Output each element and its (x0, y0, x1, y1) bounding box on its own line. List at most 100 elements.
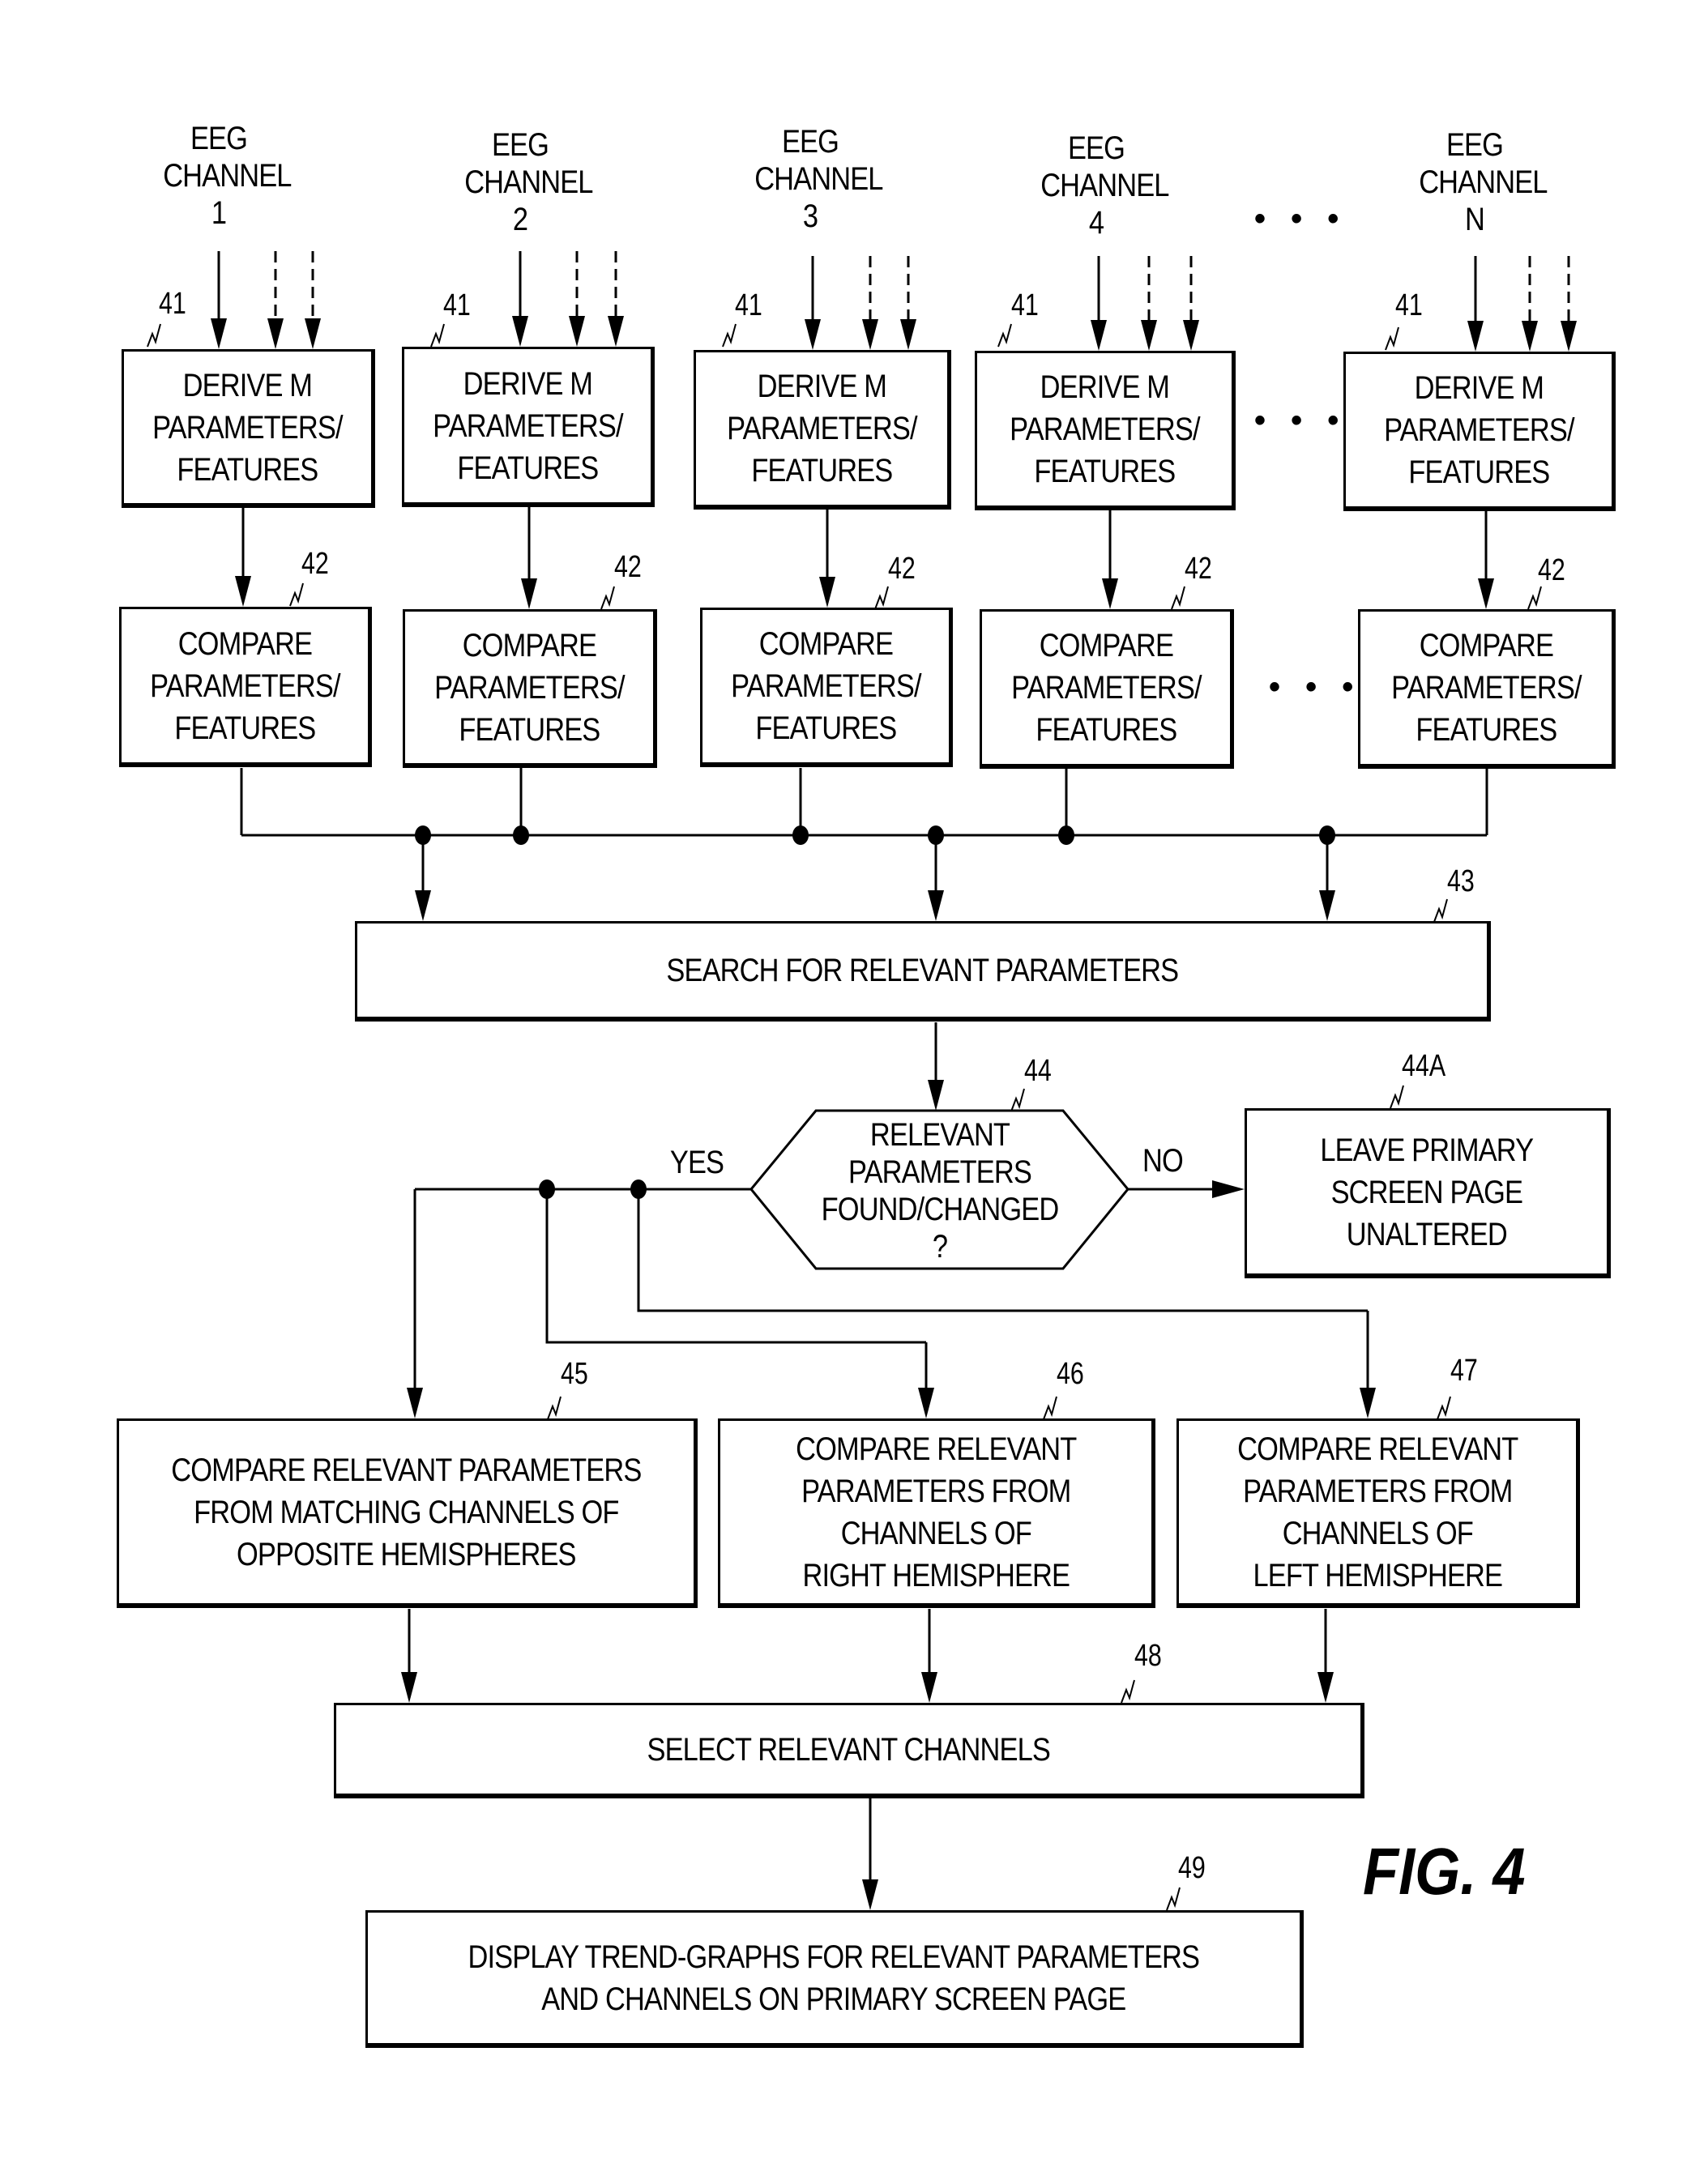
compare-text: COMPARE PARAMETERS/ FEATURES (1010, 628, 1202, 748)
channel-input-arrow-4-head (1091, 320, 1107, 351)
compare-box-4: COMPARE PARAMETERS/ FEATURES (980, 609, 1234, 769)
compare-text: COMPARE PARAMETERS/ FEATURES (433, 627, 625, 748)
optional-input-arrow-head (1561, 321, 1577, 352)
derive-box-n: DERIVE M PARAMETERS/ FEATURES (1343, 352, 1616, 511)
opposite-text: COMPARE RELEVANT PARAMETERS FROM MATCHIN… (171, 1452, 642, 1572)
compare-ellipsis: • • • (1269, 669, 1362, 705)
ref-43: 43 (1447, 864, 1475, 898)
ref-41-n: 41 (1395, 288, 1423, 322)
reference-leader-line (874, 586, 889, 610)
compare-text: COMPARE PARAMETERS/ FEATURES (149, 625, 340, 746)
display-trend-graphs-box: DISPLAY TREND-GRAPHS FOR RELEVANT PARAME… (365, 1910, 1304, 2048)
channel-input-arrow-2-head (512, 316, 528, 347)
optional-input-arrow-head (608, 316, 624, 347)
ref-48: 48 (1134, 1639, 1162, 1673)
reference-leader-line (1171, 586, 1185, 610)
compare-box-2: COMPARE PARAMETERS/ FEATURES (403, 609, 657, 768)
bus-to-search-arrow-1-head (415, 890, 431, 921)
yes-to-opposite-arrow-head (407, 1388, 423, 1418)
left-to-select-arrow-head (1317, 1672, 1334, 1703)
reference-leader-line (430, 323, 445, 348)
optional-input-arrow-head (305, 318, 321, 349)
derive-to-compare-arrow-2-head (521, 578, 537, 609)
derive-text: DERIVE M PARAMETERS/ FEATURES (152, 367, 343, 488)
ref-41-2: 41 (443, 288, 471, 322)
channel-ellipsis: • • • (1254, 201, 1347, 237)
reference-leader-line (600, 586, 615, 610)
junction-dot (630, 1179, 647, 1199)
select-to-display-arrow-head (862, 1879, 878, 1910)
select-text: SELECT RELEVANT CHANNELS (647, 1731, 1050, 1768)
reference-leader-line (1433, 898, 1448, 923)
optional-input-arrow-head (862, 319, 878, 350)
compare-text: COMPARE PARAMETERS/ FEATURES (1390, 628, 1582, 748)
compare-box-3: COMPARE PARAMETERS/ FEATURES (700, 608, 953, 767)
no-label: NO (1142, 1143, 1184, 1179)
channel-1-label: EEG CHANNEL 1 (163, 121, 292, 231)
select-channels-box: SELECT RELEVANT CHANNELS (334, 1703, 1364, 1798)
channel-n-label: EEG CHANNEL N (1419, 127, 1548, 237)
ref-49: 49 (1178, 1851, 1206, 1885)
right-text: COMPARE RELEVANT PARAMETERS FROM CHANNEL… (795, 1431, 1077, 1593)
junction-dot (513, 825, 529, 845)
optional-input-arrow-head (900, 319, 916, 350)
ref-42-1: 42 (301, 547, 329, 581)
reference-leader-line (1166, 1887, 1181, 1911)
compare-text: COMPARE PARAMETERS/ FEATURES (730, 626, 921, 746)
channel-input-arrow-5-head (1467, 321, 1484, 352)
ref-47: 47 (1450, 1354, 1478, 1388)
yes-to-right-arrow-head (918, 1388, 934, 1418)
derive-box-4: DERIVE M PARAMETERS/ FEATURES (975, 351, 1236, 510)
derive-to-compare-arrow-1-head (235, 576, 251, 607)
junction-dot (792, 825, 809, 845)
ref-44: 44 (1024, 1054, 1052, 1088)
derive-to-compare-arrow-4-head (1102, 578, 1118, 609)
yes-to-left-arrow-head (1360, 1388, 1376, 1418)
leave-text: LEAVE PRIMARY SCREEN PAGE UNALTERED (1320, 1132, 1535, 1252)
figure-label: FIG. 4 (1363, 1835, 1526, 1909)
ref-42-4: 42 (1185, 552, 1212, 586)
derive-text: DERIVE M PARAMETERS/ FEATURES (726, 369, 917, 488)
junction-dot (928, 825, 944, 845)
search-to-decision-arrow-head (928, 1080, 944, 1111)
reference-leader-line (547, 1396, 562, 1420)
derive-text: DERIVE M PARAMETERS/ FEATURES (1383, 370, 1574, 490)
junction-dot (1058, 825, 1074, 845)
channel-input-arrow-3-head (805, 319, 821, 350)
ref-42-n: 42 (1538, 553, 1565, 587)
display-text: DISPLAY TREND-GRAPHS FOR RELEVANT PARAME… (468, 1939, 1200, 2017)
channel-2-label: EEG CHANNEL 2 (464, 127, 593, 237)
channel-4-label: EEG CHANNEL 4 (1040, 130, 1169, 241)
reference-leader-line (1385, 326, 1399, 351)
channel-input-arrow-1-head (211, 318, 227, 349)
reference-leader-line (1043, 1396, 1057, 1420)
decision-text: RELEVANT PARAMETERS FOUND/CHANGED ? (821, 1117, 1060, 1265)
reference-leader-line (289, 582, 304, 607)
compare-left-hemisphere-box: COMPARE RELEVANT PARAMETERS FROM CHANNEL… (1176, 1418, 1580, 1608)
compare-right-hemisphere-box: COMPARE RELEVANT PARAMETERS FROM CHANNEL… (718, 1418, 1155, 1608)
optional-input-arrow-head (1183, 320, 1199, 351)
ref-42-3: 42 (888, 552, 916, 586)
optional-input-arrow-head (1522, 321, 1538, 352)
reference-leader-line (147, 323, 161, 348)
ref-46: 46 (1057, 1357, 1084, 1391)
derive-to-compare-arrow-5-head (1478, 578, 1494, 609)
optional-input-arrow-head (1141, 320, 1157, 351)
derive-ellipsis: • • • (1254, 403, 1347, 438)
derive-to-compare-arrow-3-head (819, 577, 835, 608)
reference-leader-line (1437, 1396, 1451, 1420)
channel-3-label: EEG CHANNEL 3 (754, 124, 883, 234)
derive-text: DERIVE M PARAMETERS/ FEATURES (432, 365, 623, 486)
derive-box-3: DERIVE M PARAMETERS/ FEATURES (694, 350, 951, 510)
compare-box-1: COMPARE PARAMETERS/ FEATURES (119, 607, 372, 767)
ref-41-1: 41 (159, 287, 186, 321)
junction-dot (1319, 825, 1335, 845)
bus-to-search-arrow-3-head (1319, 890, 1335, 921)
right-to-select-arrow-head (921, 1672, 937, 1703)
compare-box-n: COMPARE PARAMETERS/ FEATURES (1358, 609, 1616, 769)
search-text: SEARCH FOR RELEVANT PARAMETERS (666, 952, 1179, 988)
ref-41-4: 41 (1011, 288, 1039, 322)
yes-label: YES (669, 1145, 724, 1180)
left-text: COMPARE RELEVANT PARAMETERS FROM CHANNEL… (1236, 1431, 1518, 1593)
reference-leader-line (722, 323, 737, 348)
